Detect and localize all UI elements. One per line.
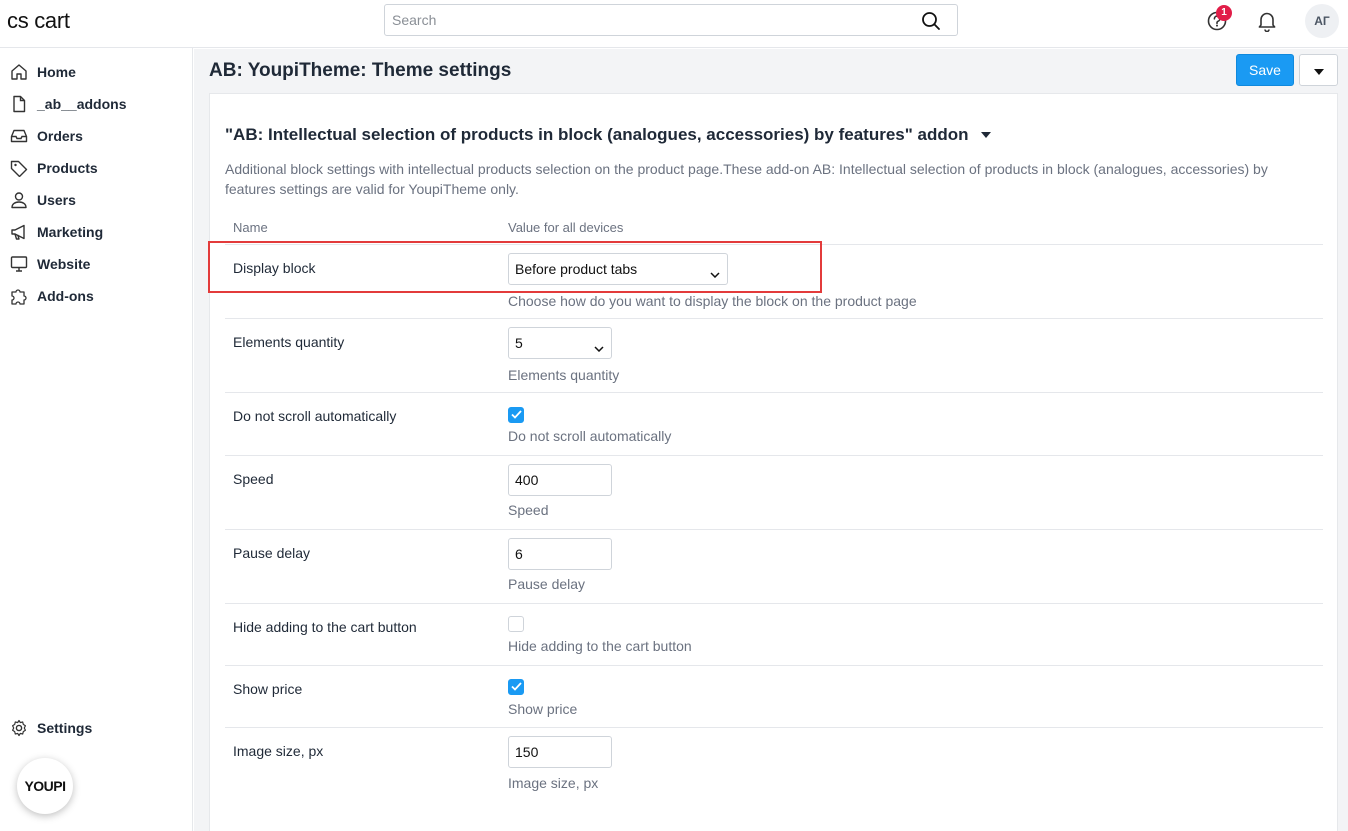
file-icon bbox=[10, 95, 28, 113]
sidebar-item-website[interactable]: Website bbox=[0, 250, 193, 278]
sidebar-item-label: Users bbox=[37, 192, 76, 208]
setting-row-display-block: Display block Before product tabs Choose… bbox=[225, 244, 1323, 318]
home-icon bbox=[10, 63, 28, 81]
inbox-icon bbox=[10, 127, 28, 145]
setting-hint: Image size, px bbox=[508, 775, 599, 791]
setting-name: Speed bbox=[233, 471, 274, 487]
image-size-input[interactable] bbox=[508, 736, 612, 768]
show-price-checkbox-wrap bbox=[508, 678, 524, 695]
search-input[interactable] bbox=[385, 5, 905, 35]
caret-down-icon[interactable] bbox=[980, 132, 991, 138]
setting-hint: Choose how do you want to display the bl… bbox=[508, 293, 917, 309]
section-title-text: "AB: Intellectual selection of products … bbox=[225, 125, 969, 144]
notification-badge: 1 bbox=[1216, 5, 1232, 21]
youpi-badge[interactable]: YOUPI bbox=[17, 758, 73, 814]
setting-name: Do not scroll automatically bbox=[233, 408, 397, 424]
elements-quantity-select-wrap: 5 bbox=[508, 327, 612, 359]
speed-input-wrap bbox=[508, 464, 612, 496]
setting-name: Hide adding to the cart button bbox=[233, 619, 417, 635]
sidebar-item-label: Products bbox=[37, 160, 98, 176]
setting-hint: Elements quantity bbox=[508, 367, 620, 383]
gear-icon bbox=[10, 719, 28, 737]
elements-quantity-select[interactable]: 5 bbox=[508, 327, 612, 359]
sidebar-item-label: Orders bbox=[37, 128, 83, 144]
user-avatar[interactable]: АГ bbox=[1305, 4, 1339, 38]
setting-row-do-not-scroll: Do not scroll automatically Do not scrol… bbox=[225, 392, 1323, 455]
setting-hint: Show price bbox=[508, 701, 578, 717]
column-header-name: Name bbox=[233, 220, 268, 235]
speed-input[interactable] bbox=[508, 464, 612, 496]
top-bar: cs cart 1 АГ bbox=[0, 0, 1348, 48]
sidebar-item-label: Add-ons bbox=[37, 288, 94, 304]
page-title: AB: YoupiTheme: Theme settings bbox=[209, 60, 512, 81]
section-description: Additional block settings with intellect… bbox=[225, 161, 1268, 197]
main-content: AB: YoupiTheme: Theme settings Save "AB:… bbox=[194, 49, 1348, 831]
checkmark-icon bbox=[510, 410, 522, 419]
sidebar-item-label: Marketing bbox=[37, 224, 104, 240]
setting-row-elements-quantity: Elements quantity 5 Elements quantity bbox=[225, 318, 1323, 392]
setting-row-speed: Speed Speed bbox=[225, 455, 1323, 529]
sidebar-item-label: Settings bbox=[37, 720, 93, 736]
display-block-select-wrap: Before product tabs bbox=[508, 253, 728, 285]
sidebar-item-ab-addons[interactable]: _ab__addons bbox=[0, 90, 193, 118]
sidebar-item-users[interactable]: Users bbox=[0, 186, 193, 214]
show-price-checkbox[interactable] bbox=[508, 678, 524, 695]
setting-hint: Speed bbox=[508, 502, 549, 518]
setting-row-hide-add-to-cart: Hide adding to the cart button Hide addi… bbox=[225, 603, 1323, 665]
setting-hint: Pause delay bbox=[508, 576, 586, 592]
setting-hint: Hide adding to the cart button bbox=[508, 638, 692, 654]
hide-add-to-cart-checkbox[interactable] bbox=[508, 616, 524, 632]
section-title[interactable]: "AB: Intellectual selection of products … bbox=[225, 125, 991, 145]
pause-delay-input-wrap bbox=[508, 538, 612, 570]
setting-hint: Do not scroll automatically bbox=[508, 428, 672, 444]
do-not-scroll-checkbox[interactable] bbox=[508, 406, 524, 423]
hide-add-to-cart-checkbox-wrap bbox=[508, 616, 524, 635]
more-actions-button[interactable] bbox=[1299, 54, 1338, 86]
sidebar-item-orders[interactable]: Orders bbox=[0, 122, 193, 150]
search-box[interactable] bbox=[384, 4, 958, 36]
sidebar-item-home[interactable]: Home bbox=[0, 58, 193, 86]
sidebar-item-label: Website bbox=[37, 256, 91, 272]
pause-delay-input[interactable] bbox=[508, 538, 612, 570]
user-icon bbox=[10, 191, 28, 209]
sidebar-item-products[interactable]: Products bbox=[0, 154, 193, 182]
caret-down-icon bbox=[1313, 62, 1324, 78]
setting-row-pause-delay: Pause delay Pause delay bbox=[225, 529, 1323, 603]
search-icon[interactable] bbox=[921, 11, 941, 34]
display-block-select[interactable]: Before product tabs bbox=[508, 253, 728, 285]
setting-name: Display block bbox=[233, 260, 316, 276]
setting-name: Image size, px bbox=[233, 743, 324, 759]
save-button[interactable]: Save bbox=[1236, 54, 1294, 86]
setting-row-show-price: Show price Show price bbox=[225, 665, 1323, 727]
sidebar-item-addons[interactable]: Add-ons bbox=[0, 282, 193, 310]
setting-name: Pause delay bbox=[233, 545, 311, 561]
setting-name: Elements quantity bbox=[233, 334, 345, 350]
megaphone-icon bbox=[10, 223, 28, 241]
image-size-input-wrap bbox=[508, 736, 612, 768]
column-header-value: Value for all devices bbox=[508, 220, 624, 235]
settings-card: "AB: Intellectual selection of products … bbox=[209, 93, 1338, 831]
setting-row-image-size: Image size, px Image size, px bbox=[225, 727, 1323, 807]
do-not-scroll-checkbox-wrap bbox=[508, 406, 524, 423]
puzzle-icon bbox=[10, 287, 28, 305]
checkmark-icon bbox=[510, 682, 522, 691]
bell-icon[interactable] bbox=[1257, 10, 1277, 35]
sidebar-item-label: Home bbox=[37, 64, 76, 80]
app-logo[interactable]: cs cart bbox=[7, 8, 70, 34]
sidebar: Home _ab__addons Orders Products Users M… bbox=[0, 48, 193, 831]
sidebar-item-label: _ab__addons bbox=[37, 96, 127, 112]
setting-name: Show price bbox=[233, 681, 303, 697]
monitor-icon bbox=[10, 255, 28, 273]
sidebar-item-marketing[interactable]: Marketing bbox=[0, 218, 193, 246]
sidebar-item-settings[interactable]: Settings bbox=[0, 714, 193, 742]
tag-icon bbox=[10, 159, 28, 177]
